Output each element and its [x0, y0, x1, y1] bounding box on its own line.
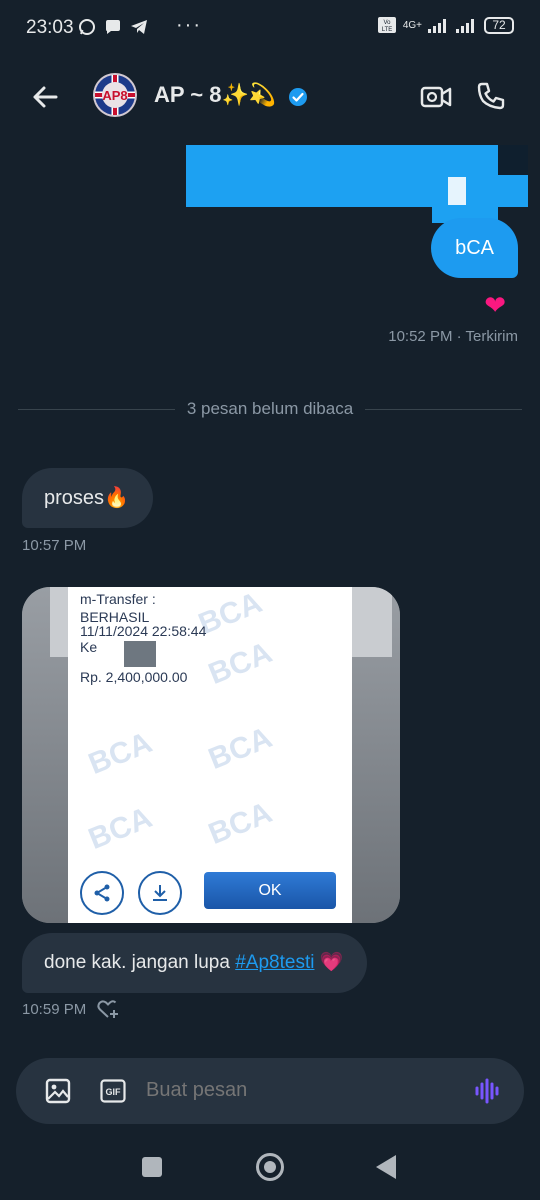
status-right-group: Vo LTE 4G+ 72 [377, 16, 514, 34]
more-notifications-icon: ··· [176, 14, 202, 36]
download-button [138, 871, 182, 915]
gif-label: GIF [106, 1087, 122, 1097]
signal-icon-1 [428, 19, 446, 33]
redacted-message-block-corner [498, 145, 528, 175]
status-bar: 23:03 ··· Vo LTE 4G+ 72 [0, 0, 540, 56]
hashtag-link[interactable]: #Ap8testi [235, 952, 314, 973]
recent-apps-button[interactable] [142, 1157, 162, 1177]
incoming-message-bubble[interactable]: proses🔥 [22, 468, 153, 528]
incoming-message-time: 10:57 PM [22, 537, 87, 554]
heart-reaction-icon[interactable]: ❤ [484, 290, 506, 321]
download-icon [153, 885, 167, 901]
watermark: BCA [203, 721, 277, 777]
phone-call-icon[interactable] [476, 81, 506, 111]
add-reaction-icon[interactable] [96, 998, 120, 1020]
receipt-amount: Rp. 2,400,000.00 [80, 669, 188, 685]
outgoing-message-bubble[interactable]: bCA [431, 218, 518, 278]
incoming-message-time-2: 10:59 PM [22, 1001, 87, 1018]
whatsapp-icon [79, 19, 95, 35]
transfer-receipt: BCA BCA BCA BCA BCA BCA m-Transfer : BER… [68, 587, 352, 923]
watermark: BCA [83, 726, 157, 782]
home-button[interactable] [256, 1153, 284, 1181]
avatar-logo-icon: AP8 [95, 75, 135, 115]
message-emoji: 💗 [319, 952, 344, 973]
message-text: done kak. jangan lupa [44, 952, 236, 973]
watermark: BCA [203, 796, 277, 852]
volte-icon: VoLTE [377, 17, 396, 33]
divider-line-right [365, 408, 522, 410]
watermark: BCA [203, 636, 277, 692]
unread-divider-label: 3 pesan belum dibaca [186, 399, 354, 418]
avatar[interactable]: AP8 [93, 73, 137, 117]
back-arrow-icon[interactable] [30, 82, 60, 112]
signal-icon-2 [456, 19, 474, 33]
video-call-icon[interactable] [420, 82, 452, 112]
redacted-message-block-edge [498, 175, 528, 207]
unread-divider: 3 pesan belum dibaca [18, 398, 522, 420]
image-attach-icon[interactable] [44, 1077, 72, 1105]
battery-icon: 72 [484, 16, 514, 34]
incoming-message-bubble-2[interactable]: done kak. jangan lupa #Ap8testi 💗 [22, 933, 368, 993]
gif-icon[interactable]: GIF [100, 1079, 126, 1103]
receipt-line-4: Ke [80, 639, 98, 655]
receipt-redacted [124, 641, 156, 667]
share-button [80, 871, 124, 915]
network-type: 4G+ [402, 19, 422, 31]
verified-badge-icon [289, 88, 307, 106]
status-time: 23:03 [26, 17, 74, 38]
watermark: BCA [83, 801, 157, 857]
back-button[interactable] [376, 1155, 396, 1179]
svg-text:Vo: Vo [383, 20, 391, 26]
svg-text:LTE: LTE [382, 27, 393, 33]
redacted-message-highlight [448, 177, 466, 205]
receipt-line-1: m-Transfer : [80, 591, 156, 607]
receipt-line-3: 11/11/2024 22:58:44 [80, 623, 207, 639]
ok-button: OK [204, 872, 336, 909]
image-message[interactable]: BCA BCA BCA BCA BCA BCA m-Transfer : BER… [22, 587, 400, 923]
voice-message-icon[interactable] [473, 1076, 503, 1106]
telegram-icon [131, 20, 147, 34]
avatar-label: AP8 [102, 88, 127, 103]
status-notification-icons [78, 18, 148, 36]
outgoing-message-meta: 10:52 PM · Terkirim [388, 328, 518, 345]
chat-bubble-icon [106, 20, 120, 34]
message-input[interactable] [146, 1079, 446, 1102]
conversation-title[interactable]: AP ~ 8✨💫 [154, 82, 276, 108]
share-icon [94, 884, 110, 902]
divider-line-left [18, 408, 175, 410]
